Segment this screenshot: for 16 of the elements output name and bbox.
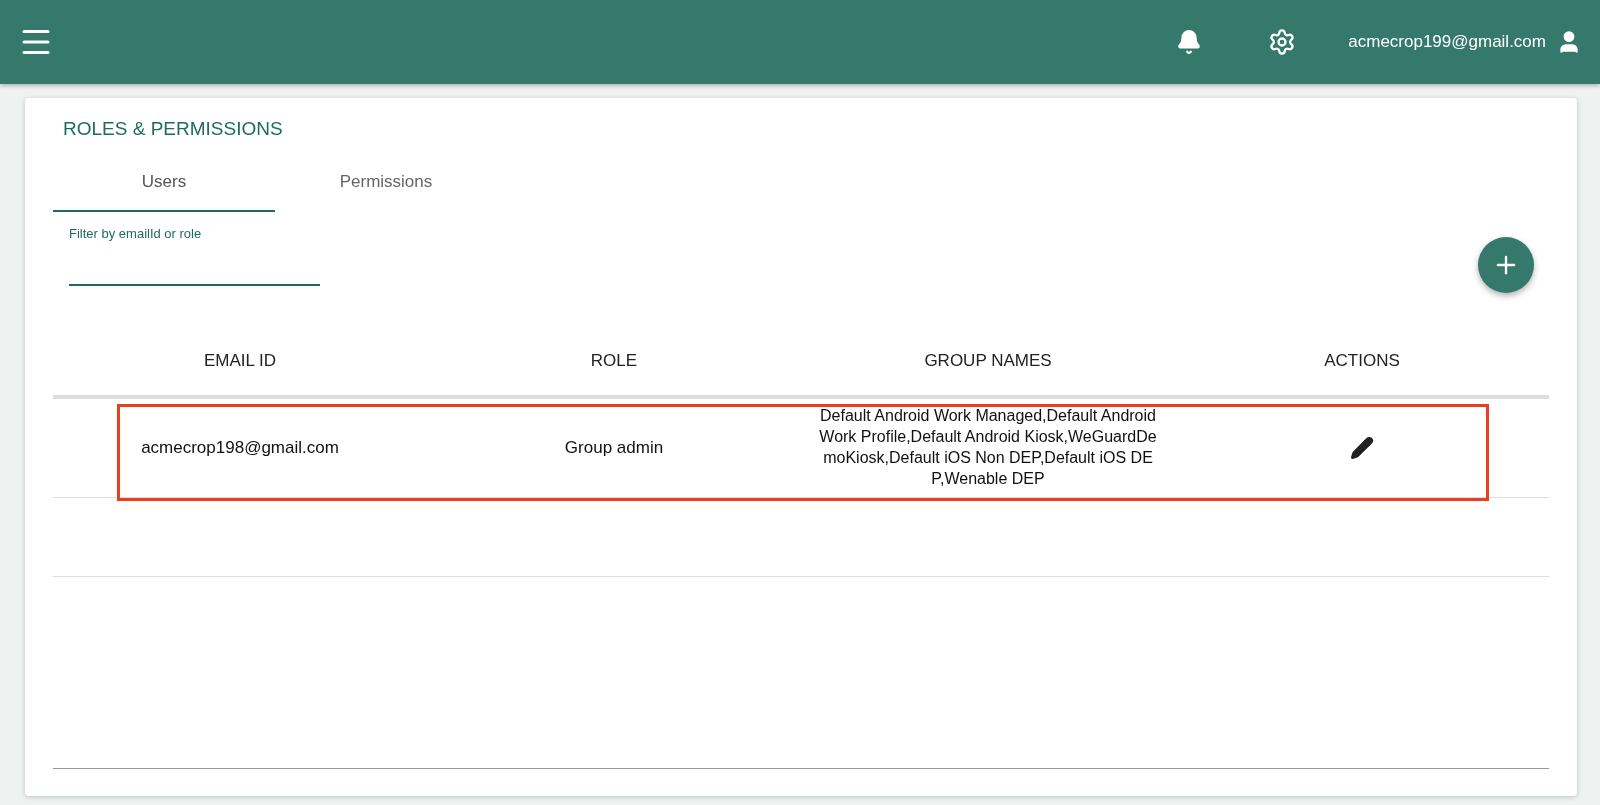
settings-icon[interactable] [1268,28,1297,56]
table-cell: acmecrop198@gmail.com [141,438,339,458]
filter-field[interactable]: Filter by emailId or role [69,226,320,286]
edit-icon[interactable] [1350,436,1374,460]
table-cell: Group admin [564,438,664,458]
column-header: ROLE [589,351,639,371]
page-title: ROLES & PERMISSIONS [63,118,284,140]
table-cell-text: Default Android Work Managed,Default Android Work Profile,Default Android Kiosk,WeGuardDemoKiosk,Default iOS Non DEP,Default iOS DEP,Wenable DEP [818,406,1158,489]
tab[interactable]: Users [53,166,275,212]
user-email: acmecrop199@gmail.com [1348,32,1546,52]
column-header: ACTIONS [1323,351,1401,371]
add-button[interactable] [1478,237,1534,293]
column-header: EMAIL ID [202,351,278,371]
notification-bell-icon[interactable] [1176,29,1203,55]
column-header: GROUP NAMES [923,351,1053,371]
tab[interactable]: Permissions [275,166,497,212]
